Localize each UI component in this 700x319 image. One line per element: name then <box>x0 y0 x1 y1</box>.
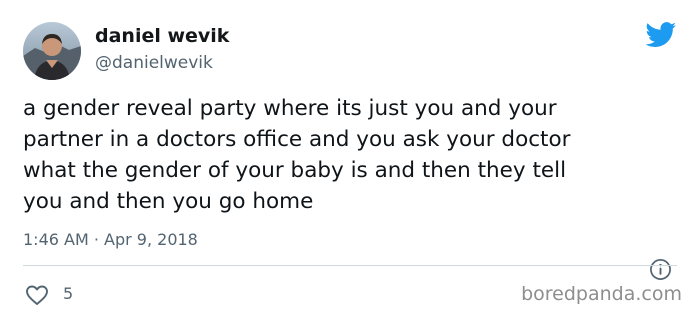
tweet-line: what the gender of your baby is and then… <box>23 158 567 183</box>
info-icon[interactable] <box>649 258 672 281</box>
tweet-line: partner in a doctors office and you ask … <box>23 127 571 152</box>
tweet-line: you and then you go home <box>23 189 314 214</box>
watermark: boredpanda.com <box>521 283 682 305</box>
avatar[interactable] <box>23 22 81 80</box>
author-handle[interactable]: @danielwevik <box>95 53 213 73</box>
like-count: 5 <box>63 284 74 303</box>
twitter-bird-icon[interactable] <box>645 22 677 48</box>
tweet-line: a gender reveal party where its just you… <box>23 96 557 121</box>
tweet-timestamp[interactable]: 1:46 AM · Apr 9, 2018 <box>23 230 198 249</box>
heart-icon[interactable] <box>25 284 49 306</box>
author-name[interactable]: daniel wevik <box>95 25 229 47</box>
divider <box>23 265 677 266</box>
tweet-text: a gender reveal party where its just you… <box>23 93 691 217</box>
